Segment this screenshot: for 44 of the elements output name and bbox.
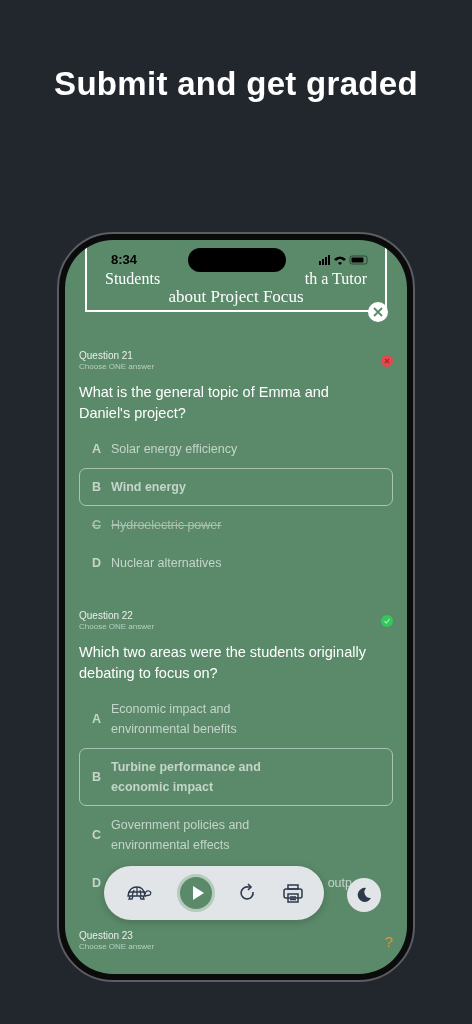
option-text: Nuclear alternatives <box>111 555 222 572</box>
question-instruction: Choose ONE answer <box>79 942 155 952</box>
option-text: Wind energy <box>111 479 186 496</box>
option-letter: C <box>92 828 103 842</box>
question-number: Question 23 <box>79 930 134 942</box>
option-text: Economic impact and environmental benefits <box>111 701 238 738</box>
passage-title: Students <box>105 270 161 288</box>
question-instruction: Choose ONE answer <box>79 622 155 632</box>
option-letter: B <box>92 480 103 494</box>
passage-title: th a Tutor <box>304 270 367 288</box>
question-number: Question 22 <box>79 610 134 622</box>
passage-title: about Project Focus <box>168 288 304 306</box>
question-number: Question 21 <box>79 350 134 362</box>
headline: Submit and get graded <box>54 64 418 104</box>
answer-option[interactable]: B Wind energy <box>79 468 393 506</box>
answer-option[interactable]: C Hydroelectric power <box>79 506 393 544</box>
status-time: 8:34 <box>111 252 138 267</box>
turtle-icon <box>125 884 153 902</box>
option-letter: A <box>92 712 103 726</box>
unanswered-mark: ? <box>384 932 393 950</box>
close-icon <box>373 307 383 317</box>
question-text: What is the general topic of Emma and Daniel's project? <box>79 383 330 423</box>
option-letter: D <box>92 876 103 890</box>
option-letter: C <box>92 518 103 532</box>
question-instruction: Choose ONE answer <box>79 362 155 372</box>
option-letter: D <box>92 556 103 570</box>
option-text: Government policies and environmental effects <box>111 817 251 854</box>
answer-option[interactable]: D Nuclear alternatives <box>79 544 393 582</box>
option-text: outp <box>327 875 352 892</box>
redo-icon <box>239 883 257 903</box>
status-icons <box>319 254 369 265</box>
play-button[interactable] <box>177 874 215 912</box>
option-text: Turbine performance and economic impact <box>111 759 262 796</box>
answer-option[interactable]: A Solar energy efficiency <box>79 430 393 468</box>
print-button[interactable] <box>281 881 305 905</box>
option-text: Solar energy efficiency <box>111 441 238 458</box>
moon-icon <box>356 887 372 903</box>
close-button[interactable] <box>368 302 388 322</box>
option-letter: A <box>92 442 103 456</box>
question-text: Which two areas were the students originally debating to focus on? <box>79 643 367 683</box>
option-letter: B <box>92 770 103 784</box>
play-icon <box>190 885 205 901</box>
printer-icon <box>283 883 303 903</box>
option-text: Hydroelectric power <box>111 517 222 534</box>
